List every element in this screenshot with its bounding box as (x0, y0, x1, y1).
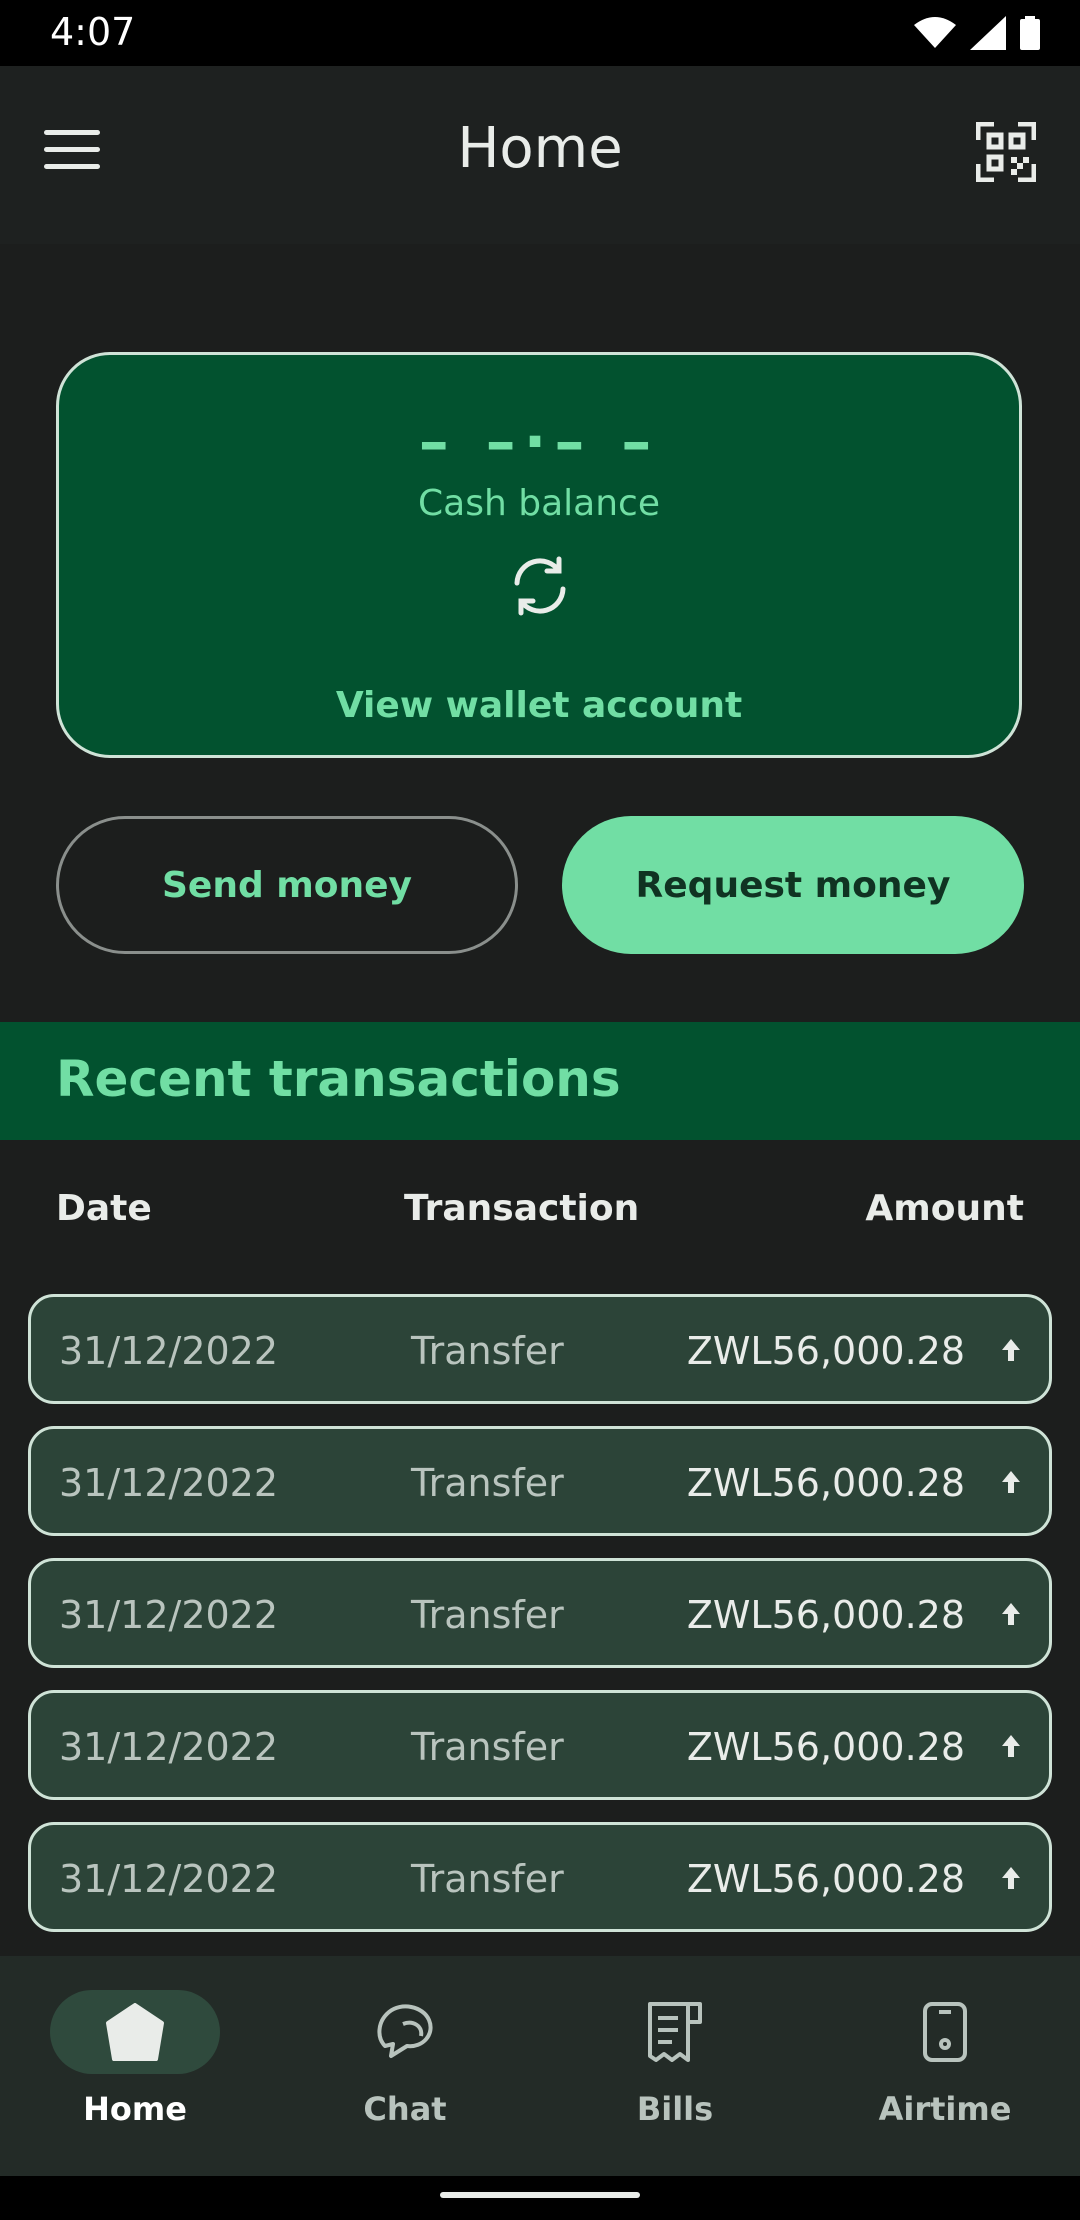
transaction-date: 31/12/2022 (59, 1461, 279, 1505)
status-time: 4:07 (50, 10, 136, 54)
status-icons (914, 16, 1040, 50)
section-title: Recent transactions (56, 1050, 621, 1108)
up-arrow-icon (1002, 1603, 1020, 1625)
gesture-bar (0, 2176, 1080, 2220)
transaction-type: Transfer (411, 1329, 564, 1373)
column-amount: Amount (865, 1188, 1024, 1229)
qr-code-icon[interactable] (976, 122, 1036, 182)
page-title: Home (457, 116, 623, 181)
transaction-date: 31/12/2022 (59, 1725, 279, 1769)
transaction-row[interactable]: 31/12/2022 Transfer ZWL56,000.28 (28, 1558, 1052, 1668)
app-bar: Home (0, 66, 1080, 244)
transaction-type: Transfer (411, 1593, 564, 1637)
transaction-row[interactable]: 31/12/2022 Transfer ZWL56,000.28 (28, 1822, 1052, 1932)
transaction-date: 31/12/2022 (59, 1329, 279, 1373)
bills-icon (648, 2002, 702, 2062)
signal-icon (970, 16, 1006, 50)
nav-airtime[interactable]: Airtime (810, 1956, 1080, 2176)
request-money-button[interactable]: Request money (562, 816, 1024, 954)
up-arrow-icon (1002, 1735, 1020, 1757)
balance-label: Cash balance (418, 483, 660, 524)
transaction-amount: ZWL56,000.28 (686, 1857, 965, 1901)
nav-airtime-label: Airtime (878, 2090, 1012, 2128)
home-indicator[interactable] (440, 2192, 640, 2198)
nav-home[interactable]: Home (0, 1956, 270, 2176)
refresh-icon[interactable] (507, 553, 573, 619)
bottom-navigation: Home Chat Bills Airtime (0, 1956, 1080, 2176)
balance-card: – –·– – Cash balance View wallet account (56, 352, 1022, 758)
column-date: Date (56, 1188, 152, 1229)
table-header: Date Transaction Amount (0, 1188, 1080, 1238)
battery-icon (1020, 16, 1040, 50)
transaction-amount: ZWL56,000.28 (686, 1593, 965, 1637)
recent-transactions-header: Recent transactions (0, 1022, 1080, 1140)
transaction-amount: ZWL56,000.28 (686, 1329, 965, 1373)
transaction-date: 31/12/2022 (59, 1857, 279, 1901)
phone-icon (923, 2002, 967, 2062)
nav-bills[interactable]: Bills (540, 1956, 810, 2176)
transaction-date: 31/12/2022 (59, 1593, 279, 1637)
chat-icon (377, 2004, 433, 2058)
up-arrow-icon (1002, 1867, 1020, 1889)
transaction-type: Transfer (411, 1857, 564, 1901)
transaction-amount: ZWL56,000.28 (686, 1461, 965, 1505)
nav-bills-pill (590, 1990, 760, 2074)
transaction-row[interactable]: 31/12/2022 Transfer ZWL56,000.28 (28, 1426, 1052, 1536)
up-arrow-icon (1002, 1339, 1020, 1361)
transaction-type: Transfer (411, 1725, 564, 1769)
transaction-row[interactable]: 31/12/2022 Transfer ZWL56,000.28 (28, 1294, 1052, 1404)
column-transaction: Transaction (404, 1188, 640, 1229)
nav-bills-label: Bills (636, 2090, 714, 2128)
nav-chat[interactable]: Chat (270, 1956, 540, 2176)
nav-chat-pill (320, 1990, 490, 2074)
transaction-amount: ZWL56,000.28 (686, 1725, 965, 1769)
transaction-row[interactable]: 31/12/2022 Transfer ZWL56,000.28 (28, 1690, 1052, 1800)
home-icon (106, 2003, 164, 2061)
nav-airtime-pill (860, 1990, 1030, 2074)
nav-chat-label: Chat (363, 2090, 447, 2128)
view-wallet-link[interactable]: View wallet account (59, 685, 1019, 726)
wifi-icon (914, 17, 956, 48)
transaction-list[interactable]: 31/12/2022 Transfer ZWL56,000.28 31/12/2… (0, 1294, 1080, 1956)
status-bar: 4:07 (0, 0, 1080, 66)
nav-home-label: Home (83, 2090, 187, 2128)
nav-home-pill (50, 1990, 220, 2074)
transaction-type: Transfer (411, 1461, 564, 1505)
send-money-button[interactable]: Send money (56, 816, 518, 954)
balance-value: – –·– – (418, 407, 660, 477)
up-arrow-icon (1002, 1471, 1020, 1493)
